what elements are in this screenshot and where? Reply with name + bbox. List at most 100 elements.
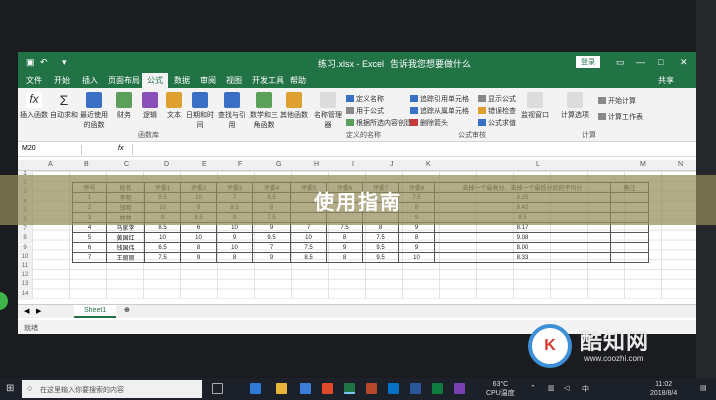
table-cell[interactable]: 10 (180, 232, 217, 243)
volume-icon[interactable]: ◁ (564, 384, 569, 392)
financial-button[interactable]: 财务 (110, 92, 138, 120)
table-cell[interactable]: 10 (144, 232, 181, 243)
table-cell[interactable]: 9.5 (362, 242, 399, 253)
prev-sheet-icon[interactable]: ◀ (24, 307, 29, 315)
table-cell[interactable]: 7.5 (144, 252, 181, 263)
sheet-tab-sheet1[interactable]: Sheet1 (74, 305, 117, 318)
formula-input[interactable] (132, 144, 692, 155)
table-cell[interactable]: 6 (72, 242, 107, 253)
column-header[interactable]: L (536, 161, 540, 168)
column-header[interactable]: C (124, 161, 129, 168)
date-time-button[interactable]: 日期和时间 (186, 92, 214, 130)
table-cell[interactable]: 9 (326, 242, 363, 253)
word-icon[interactable] (410, 383, 421, 394)
row-header[interactable]: 10 (18, 253, 32, 263)
use-in-formula-button[interactable]: 用于公式 (346, 106, 384, 116)
excel-taskbar-icon[interactable] (344, 383, 355, 394)
row-header[interactable]: 8 (18, 235, 32, 245)
error-checking-button[interactable]: 错误检查 (478, 106, 516, 116)
share-button[interactable]: 共享 (658, 75, 674, 86)
table-cell[interactable] (610, 252, 649, 263)
column-header[interactable]: I (352, 161, 354, 168)
table-cell[interactable]: 8.5 (290, 252, 327, 263)
login-button[interactable]: 登录 (576, 56, 600, 68)
app-icon[interactable] (322, 383, 333, 394)
name-box[interactable]: M20 (22, 145, 82, 155)
define-name-button[interactable]: 定义名称 (346, 94, 384, 104)
taskbar-search-input[interactable]: ○ 在这里输入你要搜索的内容 (22, 380, 202, 398)
column-header[interactable]: D (164, 161, 169, 168)
table-cell[interactable]: 8.33 (434, 252, 611, 263)
insert-function-button[interactable]: fx 插入函数 (20, 92, 48, 120)
row-header[interactable]: 12 (18, 272, 32, 282)
autosum-button[interactable]: Σ 自动求和 (50, 92, 78, 120)
tab-view[interactable]: 视图 (226, 75, 242, 86)
table-cell[interactable]: 9 (252, 252, 291, 263)
tab-help[interactable]: 帮助 (290, 75, 306, 86)
store-icon[interactable] (300, 383, 311, 394)
column-header[interactable]: F (238, 161, 242, 168)
powerpoint-icon[interactable] (366, 383, 377, 394)
column-header[interactable]: J (390, 161, 394, 168)
table-cell[interactable]: 10 (398, 252, 435, 263)
tray-chevron-icon[interactable]: ⌃ (530, 384, 536, 392)
save-icon[interactable]: ▣ (26, 57, 35, 68)
undo-icon[interactable]: ↶ (40, 57, 48, 68)
table-cell[interactable]: 8 (180, 242, 217, 253)
column-header[interactable]: A (48, 161, 53, 168)
column-header[interactable]: B (84, 161, 89, 168)
tell-me-input[interactable]: 告诉我您想要做什么 (390, 57, 471, 70)
trace-precedents-button[interactable]: 追踪引用单元格 (410, 94, 469, 104)
remove-arrows-button[interactable]: 删除箭头 (410, 118, 448, 128)
column-header[interactable]: H (314, 161, 319, 168)
table-cell[interactable]: 6.5 (144, 242, 181, 253)
maximize-icon[interactable]: □ (658, 57, 663, 67)
column-header[interactable]: N (678, 161, 683, 168)
minimize-icon[interactable]: — (636, 57, 645, 67)
table-cell[interactable]: 9.5 (362, 252, 399, 263)
table-cell[interactable]: 9 (180, 252, 217, 263)
column-header[interactable]: K (426, 161, 431, 168)
ime-icon[interactable]: 中 (582, 384, 589, 394)
tab-file[interactable]: 文件 (26, 75, 42, 86)
recent-functions-button[interactable]: 最近使用的函数 (80, 92, 108, 130)
table-cell[interactable]: 7 (72, 252, 107, 263)
file-explorer-icon[interactable] (276, 383, 287, 394)
tab-page-layout[interactable]: 页面布局 (108, 75, 140, 86)
table-cell[interactable]: 5 (72, 232, 107, 243)
table-cell[interactable]: 王丽丽 (106, 252, 145, 263)
table-cell[interactable] (610, 242, 649, 253)
tab-home[interactable]: 开始 (54, 75, 70, 86)
table-cell[interactable]: 10 (290, 232, 327, 243)
table-cell[interactable]: 9 (398, 242, 435, 253)
table-cell[interactable]: 钱国伟 (106, 242, 145, 253)
tab-insert[interactable]: 插入 (82, 75, 98, 86)
task-view-icon[interactable] (212, 383, 223, 394)
row-header[interactable]: 7 (18, 226, 32, 236)
ribbon-display-icon[interactable]: ▭ (616, 57, 625, 68)
column-header[interactable]: M (640, 161, 646, 168)
row-header[interactable]: 9 (18, 244, 32, 254)
table-cell[interactable]: 黄国红 (106, 232, 145, 243)
tab-data[interactable]: 数据 (174, 75, 190, 86)
close-icon[interactable]: ✕ (680, 57, 688, 68)
row-header[interactable]: 13 (18, 281, 32, 291)
row-header[interactable]: 11 (18, 263, 32, 272)
show-formulas-button[interactable]: 显示公式 (478, 94, 516, 104)
name-manager-button[interactable]: 名称管理器 (314, 92, 342, 130)
calculate-now-button[interactable]: 开始计算 (598, 96, 636, 106)
calculate-sheet-button[interactable]: 计算工作表 (598, 112, 643, 122)
onenote-icon[interactable] (454, 383, 465, 394)
table-cell[interactable] (610, 232, 649, 243)
table-cell[interactable]: 7 (252, 242, 291, 253)
table-cell[interactable]: 7.5 (362, 232, 399, 243)
table-cell[interactable]: 9.5 (252, 232, 291, 243)
outlook-icon[interactable] (388, 383, 399, 394)
trace-dependents-button[interactable]: 追踪从属单元格 (410, 106, 469, 116)
clock[interactable]: 11:02 2018/8/4 (650, 380, 677, 398)
column-header[interactable]: E (202, 161, 207, 168)
windows-start-icon[interactable]: ⊞ (6, 383, 14, 394)
lookup-button[interactable]: 查找与引用 (218, 92, 246, 130)
table-cell[interactable]: 8 (398, 232, 435, 243)
next-sheet-icon[interactable]: ▶ (36, 307, 41, 315)
